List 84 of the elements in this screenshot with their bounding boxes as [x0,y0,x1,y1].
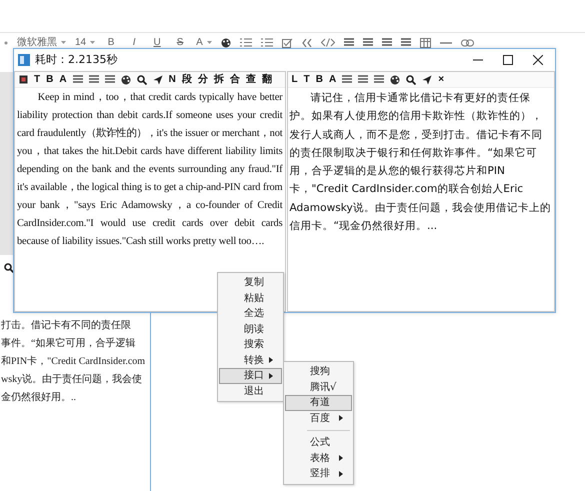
horizontal-rule-icon[interactable] [440,40,452,44]
align-icon[interactable] [72,75,83,84]
format-button[interactable]: B [104,35,118,50]
submenu-arrow-icon [339,455,343,462]
text-line: 打击。借记卡有不同的责任限 [1,318,131,333]
toolbar-button[interactable]: L [292,74,298,84]
align-icon[interactable] [342,75,352,84]
app-icon [18,54,30,66]
menu-item[interactable]: 复制 [219,275,282,290]
menu-item[interactable]: 百度 [285,410,352,426]
align-icon[interactable] [362,38,373,47]
menu-item[interactable]: 竖排 [285,466,352,482]
menu-item[interactable]: 粘贴 [219,290,282,306]
toolbar-button[interactable]: T [34,74,40,84]
dot-icon[interactable] [4,40,8,44]
menu-item[interactable]: 有道 [285,395,352,410]
toolbar-button[interactable]: B [316,74,323,84]
close-icon[interactable] [533,55,543,65]
search-icon[interactable] [4,263,14,273]
text-line: 金仍然很好用。.. [1,391,76,405]
menu-item[interactable]: 朗读 [219,322,282,337]
quote-icon[interactable] [302,38,312,46]
toolbar-button[interactable]: 合 [230,74,240,84]
format-button[interactable]: U [150,35,164,50]
toolbar-button[interactable]: N [168,74,176,84]
menu-item[interactable]: 搜索 [219,337,282,352]
menu-item[interactable]: 接口 [219,368,282,384]
text-line: 事件。“如果它可用，合乎逻辑 [1,336,136,351]
code-icon[interactable] [320,38,335,47]
format-button[interactable]: S [173,35,188,50]
toolbar-button[interactable]: A [59,74,67,84]
search-icon[interactable] [406,74,416,84]
toolbar-button[interactable]: A [328,74,336,84]
toolbar-button[interactable]: 拆 [214,74,224,84]
menu-item[interactable]: 转换 [219,352,282,368]
menu-item[interactable]: 退出 [219,384,282,399]
search-icon[interactable] [136,74,147,84]
align-icon[interactable] [344,38,354,47]
submenu-arrow-icon [339,415,343,422]
paper-plane-icon[interactable] [152,74,163,84]
align-icon[interactable] [374,75,384,84]
menu-item[interactable]: 表格 [285,450,352,466]
table-icon[interactable] [420,38,431,48]
menu-item[interactable]: 公式 [285,435,352,450]
english-paragraph: Keep in mind，too，that credit cards typically have better liability protection than debit cards.If someone uses your credit card fraudulently（欺诈性的），it's the issuer or merchant，not you，that takes the hit.Debit cards have different liability limits depending on the bank and the events surrounding any fraud."If it's available，the logical thing is to get a chip-and-PIN card from your bank，"says Eric Adamowsky，a co-founder of Credit CardInsider.com."I would use credit cards over debit cards because of liability issues."Cash still works pretty well too…. [16,91,284,249]
caret-icon [61,41,66,44]
toolbar-button[interactable]: B [46,74,54,84]
menu-item[interactable]: 全选 [219,306,282,322]
paper-plane-icon[interactable] [422,74,432,84]
chinese-paragraph: 请记住，信用卡通常比借记卡有更好的责任保护。如果有人使用您的信用卡欺诈性（欺诈性的），发行人或商人，而不是您，受到打击。借记卡有不同的责任限制取决于银行和任何欺诈事件。“如果它可用，合乎逻辑的是从您的银行获得芯片和PIN卡，"Credit CardInsider.com的联合创始人Eric Adamowsky说。由于责任问题，我会使用借记卡上的信用卡。“现金仍然很好用。... [288,91,552,234]
list-icon[interactable] [260,38,273,47]
menu-item[interactable]: 搜狗 [285,364,352,380]
toolbar-button[interactable]: 段 [182,74,192,84]
caret-icon [90,41,96,44]
align-icon[interactable] [382,38,392,47]
window-title: 耗时：2.2135秒 [35,52,118,68]
caret-icon [206,41,212,44]
submenu-arrow-icon [339,470,343,477]
align-icon[interactable] [88,75,99,84]
palette-icon[interactable] [120,74,131,84]
submenu-arrow-icon [269,372,273,379]
align-icon[interactable] [358,75,368,84]
dropdown[interactable]: 微软雅黑 [17,35,66,50]
text-line: 和PIN卡，"Credit CardInsider.com [1,354,146,369]
link-icon[interactable] [460,38,474,46]
square-icon[interactable] [19,75,28,84]
palette-icon[interactable] [220,38,231,48]
align-icon[interactable] [104,75,115,84]
dropdown[interactable]: 14 [75,35,96,50]
palette-icon[interactable] [390,74,400,84]
toolbar-button[interactable]: 查 [246,74,256,84]
list-icon[interactable] [240,38,252,47]
toolbar-button[interactable]: 分 [198,74,208,84]
toolbar-button[interactable]: T [304,74,310,84]
toolbar-button[interactable]: × [438,74,444,84]
dropdown[interactable]: A [196,35,212,50]
menu-item[interactable]: 腾讯√ [285,380,352,395]
text-line: wsky说。由于责任问题，我会使 [1,372,142,387]
align-icon[interactable] [400,38,411,47]
toolbar-button[interactable]: 翻 [262,74,272,84]
format-button[interactable]: I [127,35,142,50]
checkbox-icon[interactable] [282,38,293,48]
maximize-icon[interactable] [503,55,513,65]
submenu-arrow-icon [269,357,273,364]
